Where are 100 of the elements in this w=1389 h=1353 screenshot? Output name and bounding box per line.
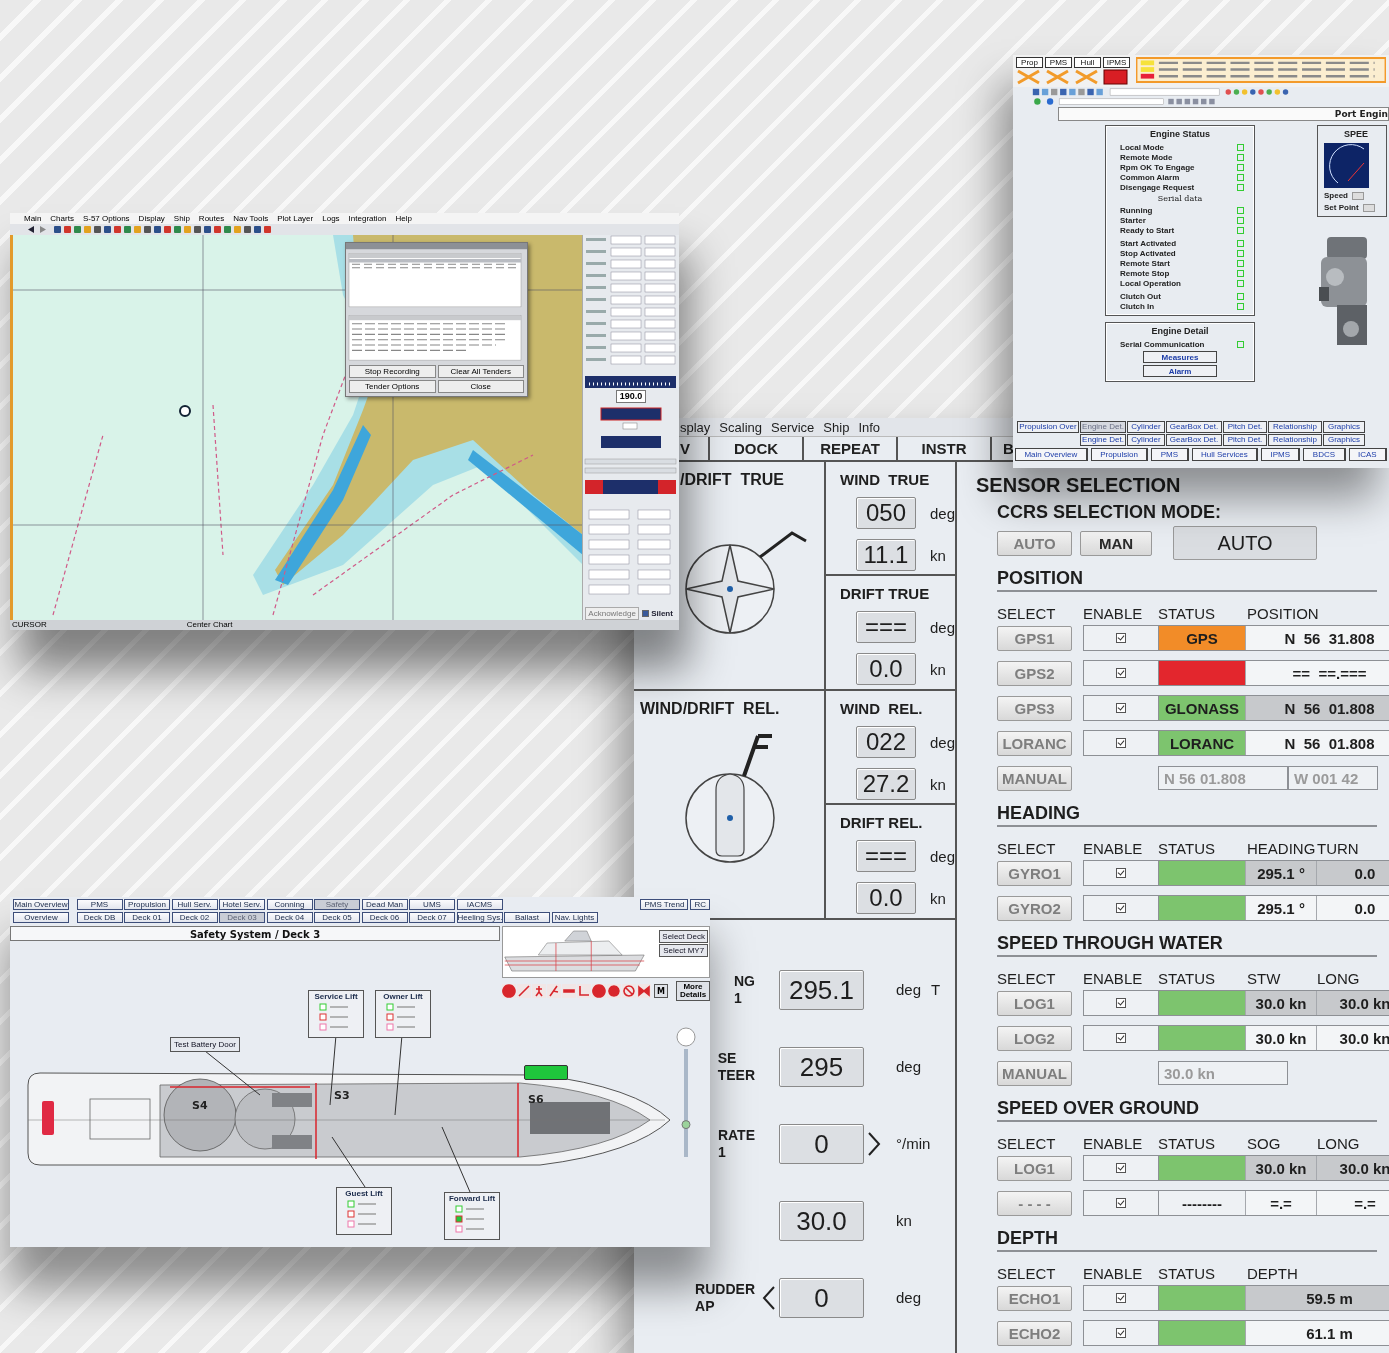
tab[interactable]: IACMS [456, 899, 503, 910]
dialog-button[interactable]: Close [437, 380, 524, 393]
tab[interactable]: Nav. Lights [551, 912, 598, 923]
tab[interactable]: Deck 02 [171, 912, 218, 923]
system-tab[interactable]: Hull [1074, 57, 1101, 68]
tab[interactable]: ICAS [1348, 448, 1387, 461]
enable-checkbox[interactable] [1116, 1198, 1127, 1208]
tab[interactable]: Propulsion [1090, 448, 1149, 461]
menu-item[interactable]: Routes [198, 213, 225, 224]
value-cell: 30.0 kn [1245, 991, 1317, 1015]
dialog-button[interactable]: Stop Recording [349, 365, 436, 378]
m-button[interactable]: M [654, 984, 668, 998]
tab[interactable]: Deck 03 [219, 912, 265, 923]
tab[interactable]: Engine Det. [1080, 434, 1126, 446]
menu-item[interactable]: Main [24, 213, 42, 224]
system-tab[interactable]: IPMS [1103, 57, 1130, 68]
tab[interactable]: PMS Trend [640, 899, 689, 910]
tab[interactable]: Hull Services [1191, 448, 1259, 461]
menu-item[interactable]: Display [138, 213, 165, 224]
tab[interactable]: PMS [1151, 448, 1189, 461]
tab[interactable]: Deck 06 [361, 912, 408, 923]
tab[interactable]: Graphics [1323, 421, 1365, 433]
enable-checkbox[interactable] [1116, 738, 1127, 748]
mode-button[interactable]: MAN [1080, 530, 1153, 556]
tab[interactable]: Propulsion [124, 899, 170, 910]
tab[interactable]: GearBox Det. [1166, 434, 1222, 446]
tab[interactable]: Deck 07 [409, 912, 455, 923]
enable-checkbox[interactable] [1116, 1328, 1127, 1338]
speed-gauge-drawing [1324, 143, 1369, 188]
dialog-button[interactable]: Tender Options [349, 380, 436, 393]
tab[interactable]: Hull Serv. [171, 899, 218, 910]
enable-checkbox[interactable] [1116, 903, 1127, 913]
enable-checkbox[interactable] [1116, 868, 1127, 878]
tab[interactable]: IPMS [1261, 448, 1301, 461]
tab[interactable]: Safety [314, 899, 360, 910]
tab[interactable]: PMS [76, 899, 123, 910]
tab[interactable]: Ballast [504, 912, 550, 923]
menu-item[interactable]: Nav Tools [233, 213, 269, 224]
menu-item[interactable]: splay [680, 419, 711, 435]
tab[interactable]: BDCS [1303, 448, 1346, 461]
tab[interactable]: Hotel Serv. [219, 899, 265, 910]
enable-checkbox[interactable] [1116, 1033, 1127, 1043]
tab[interactable]: Cylinder [1127, 434, 1165, 446]
deck-button[interactable]: Select MY7 [659, 944, 708, 957]
callout-button[interactable]: Test Battery Door [170, 1037, 240, 1052]
tab[interactable]: Pitch Det. [1223, 421, 1267, 433]
tab[interactable]: UMS [409, 899, 455, 910]
tab[interactable]: Deck DB [76, 912, 123, 923]
value-cell: 295.1 ° [1245, 896, 1317, 920]
tab[interactable]: Conning [266, 899, 313, 910]
tab[interactable]: Deck 05 [314, 912, 360, 923]
tab[interactable]: Relationship [1268, 434, 1322, 446]
tab[interactable]: Graphics [1323, 434, 1365, 446]
tab[interactable]: Main Overview [1015, 448, 1088, 461]
tab[interactable]: Main Overview [13, 899, 69, 910]
tab[interactable]: Overview [13, 912, 69, 923]
readout-label: RATE 1 [717, 1126, 755, 1161]
tab[interactable]: RC [690, 899, 710, 910]
value-cell: 30.0 kn [1316, 1156, 1389, 1180]
enable-checkbox[interactable] [1116, 703, 1127, 713]
tab[interactable]: INSTR [898, 437, 992, 460]
enable-checkbox[interactable] [1116, 998, 1127, 1008]
enable-checkbox[interactable] [1116, 1163, 1127, 1173]
tab[interactable]: REPEAT [804, 437, 898, 460]
detail-button[interactable]: Alarm [1143, 365, 1217, 377]
tab[interactable]: Relationship [1268, 421, 1322, 433]
tab[interactable]: GearBox Det. [1166, 421, 1222, 433]
menu-item[interactable]: Ship [823, 419, 850, 435]
menu-item[interactable]: Logs [322, 213, 340, 224]
tab[interactable]: DOCK [710, 437, 804, 460]
system-tab[interactable]: PMS [1045, 57, 1072, 68]
menu-item[interactable]: Info [858, 419, 881, 435]
value-display: 022 [856, 726, 916, 758]
menu-item[interactable]: S-57 Options [82, 213, 130, 224]
menu-item[interactable]: Charts [50, 213, 74, 224]
system-tab[interactable]: Prop [1016, 57, 1043, 68]
deck-button[interactable]: Select Deck [659, 930, 708, 943]
slash-icon [517, 984, 531, 998]
tab[interactable]: B [992, 437, 1014, 460]
menu-item[interactable]: Service [771, 419, 815, 435]
dialog-button[interactable]: Clear All Tenders [437, 365, 524, 378]
more-details-button[interactable]: More Details [676, 981, 710, 1001]
menu-item[interactable]: Ship [173, 213, 190, 224]
enable-checkbox[interactable] [1116, 1293, 1127, 1303]
tab[interactable]: Heeling Sys. [456, 912, 503, 923]
tab[interactable]: Engine Det. [1080, 421, 1126, 433]
checkbox[interactable] [642, 609, 650, 617]
menu-item[interactable]: Scaling [719, 419, 762, 435]
tab[interactable]: Propulsion Over [1017, 421, 1079, 433]
menu-item[interactable]: Plot Layer [277, 213, 314, 224]
detail-button[interactable]: Measures [1143, 351, 1217, 363]
enable-checkbox[interactable] [1116, 633, 1127, 643]
menu-item[interactable]: Help [395, 213, 412, 224]
tab[interactable]: Cylinder [1127, 421, 1165, 433]
enable-checkbox[interactable] [1116, 668, 1127, 678]
menu-item[interactable]: Integration [348, 213, 387, 224]
tab[interactable]: Deck 01 [124, 912, 170, 923]
tab[interactable]: Pitch Det. [1223, 434, 1267, 446]
tab[interactable]: Deck 04 [266, 912, 313, 923]
tab[interactable]: Dead Man [361, 899, 408, 910]
